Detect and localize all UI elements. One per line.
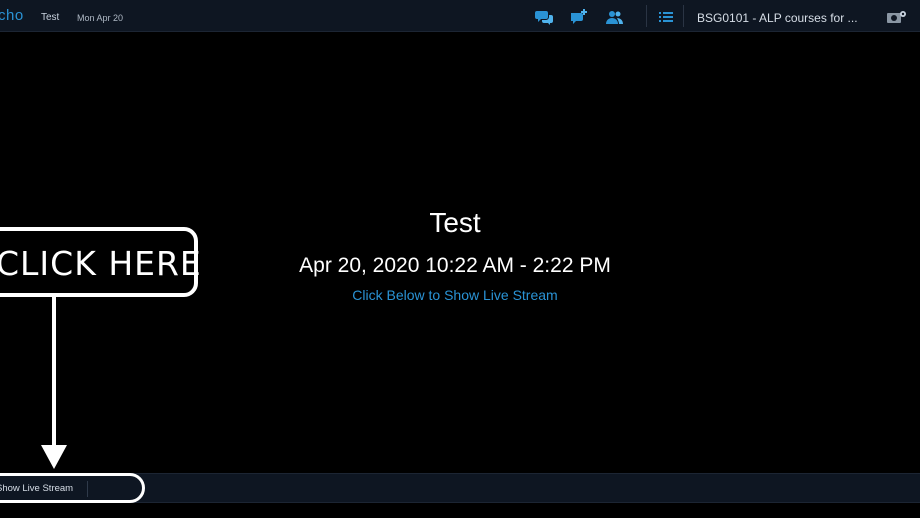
- toolbar-divider: [646, 5, 647, 27]
- chat-bubbles-icon[interactable]: [535, 9, 553, 25]
- top-bar: cho Test Mon Apr 20 BSG0101 - ALP course…: [0, 0, 920, 32]
- course-name[interactable]: BSG0101 - ALP courses for ...: [697, 11, 858, 25]
- session-date: Mon Apr 20: [77, 13, 124, 23]
- callout-highlight-ring: [0, 473, 145, 503]
- people-icon[interactable]: [606, 9, 624, 25]
- callout-text: CLICK HERE: [0, 244, 202, 283]
- session-title: Test: [41, 12, 60, 23]
- settings-icon[interactable]: [886, 9, 908, 27]
- list-icon[interactable]: [658, 9, 676, 25]
- chat-add-icon[interactable]: [570, 9, 588, 25]
- callout-arrow-line: [52, 297, 56, 447]
- page: cho Test Mon Apr 20 BSG0101 - ALP course…: [0, 0, 920, 518]
- callout-arrow-head: [41, 445, 67, 469]
- app-logo[interactable]: cho: [0, 7, 24, 24]
- toolbar-divider: [683, 5, 684, 27]
